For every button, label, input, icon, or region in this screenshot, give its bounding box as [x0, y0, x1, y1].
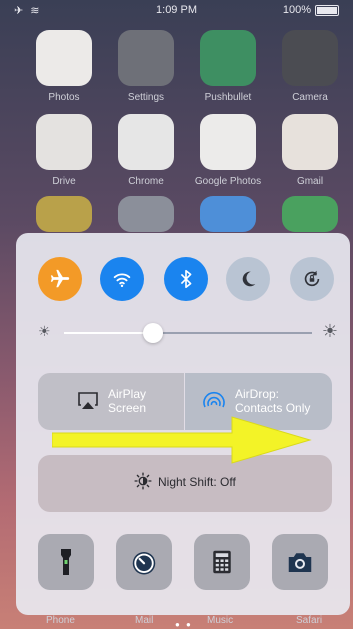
timer-icon — [132, 552, 156, 575]
bluetooth-toggle[interactable] — [164, 257, 208, 301]
airplay-line2: Screen — [108, 401, 147, 415]
moon-icon — [242, 271, 256, 287]
photos-app-icon[interactable] — [36, 30, 92, 86]
brightness-low-icon: ☀ — [38, 323, 51, 339]
brightness-slider[interactable]: ☀ ☀ — [38, 321, 338, 345]
app-store-icon[interactable] — [200, 196, 256, 232]
wifi-icon — [113, 273, 131, 288]
maps-app-icon[interactable] — [36, 196, 92, 232]
pushbullet-app-icon[interactable] — [200, 30, 256, 86]
airplay-line1: AirPlay — [108, 387, 147, 401]
airplane-mode-toggle[interactable] — [38, 257, 82, 301]
app-label-gmail: Gmail — [296, 176, 324, 187]
flashlight-button[interactable] — [38, 534, 94, 590]
flashlight-icon — [61, 549, 71, 575]
dock-label-music: Music — [207, 615, 234, 626]
folder-app-icon[interactable] — [118, 196, 174, 232]
do-not-disturb-toggle[interactable] — [226, 257, 270, 301]
status-right: 100% — [283, 4, 339, 16]
airdrop-line1: AirDrop: — [235, 387, 280, 401]
timer-button[interactable] — [116, 534, 172, 590]
app-label-camera: Camera — [292, 92, 328, 103]
dock-label-phone: Phone — [46, 615, 75, 626]
airdrop-line2: Contacts Only — [235, 401, 311, 415]
page-dots: ● ● — [175, 620, 193, 629]
rotation-lock-toggle[interactable] — [290, 257, 334, 301]
app-label-chrome: Chrome — [128, 176, 164, 187]
settings-app-icon[interactable] — [118, 30, 174, 86]
chrome-app-icon[interactable] — [118, 114, 174, 170]
gmail-app-icon[interactable] — [282, 114, 338, 170]
app-label-photos: Photos — [48, 92, 80, 103]
airplane-icon — [50, 269, 70, 288]
dock-label-mail: Mail — [135, 615, 154, 626]
google-photos-app-icon[interactable] — [200, 114, 256, 170]
app-label-drive: Drive — [52, 176, 76, 187]
brightness-high-icon: ☀ — [321, 321, 338, 341]
night-shift-button[interactable]: Night Shift: Off — [38, 455, 332, 512]
night-shift-icon — [134, 472, 152, 490]
airdrop-button[interactable]: AirDrop: Contacts Only — [185, 373, 332, 430]
dock-label-safari: Safari — [296, 615, 323, 626]
wifi-toggle[interactable] — [100, 257, 144, 301]
slider-thumb[interactable] — [143, 323, 164, 343]
drive-app-icon[interactable] — [36, 114, 92, 170]
camera-app-icon[interactable] — [282, 30, 338, 86]
night-shift-label: Night Shift: Off — [158, 475, 236, 489]
battery-percent: 100% — [282, 4, 311, 16]
rotation-lock-icon — [304, 270, 320, 287]
camera-icon — [288, 553, 312, 572]
airdrop-icon — [203, 391, 225, 408]
calculator-icon — [213, 550, 231, 574]
airplay-label: AirPlay Screen — [108, 387, 146, 415]
status-bar: ✈ ≋ 1:09 PM 100% — [8, 0, 345, 20]
app-label-pushbullet: Pushbullet — [204, 92, 252, 103]
battery-icon — [315, 4, 339, 16]
slider-fill — [64, 332, 154, 334]
app-label-settings: Settings — [127, 92, 165, 103]
bluetooth-icon — [180, 269, 192, 289]
google-maps-app-icon[interactable] — [282, 196, 338, 232]
camera-button[interactable] — [272, 534, 328, 590]
airplay-icon — [78, 392, 98, 409]
app-label-google-photos: Google Photos — [194, 176, 262, 187]
airplay-button[interactable]: AirPlay Screen — [38, 373, 184, 430]
airdrop-label: AirDrop: Contacts Only — [235, 387, 310, 415]
calculator-button[interactable] — [194, 534, 250, 590]
control-center: ☀ ☀ AirPlay Screen AirDrop: Contacts Only … — [16, 233, 350, 615]
